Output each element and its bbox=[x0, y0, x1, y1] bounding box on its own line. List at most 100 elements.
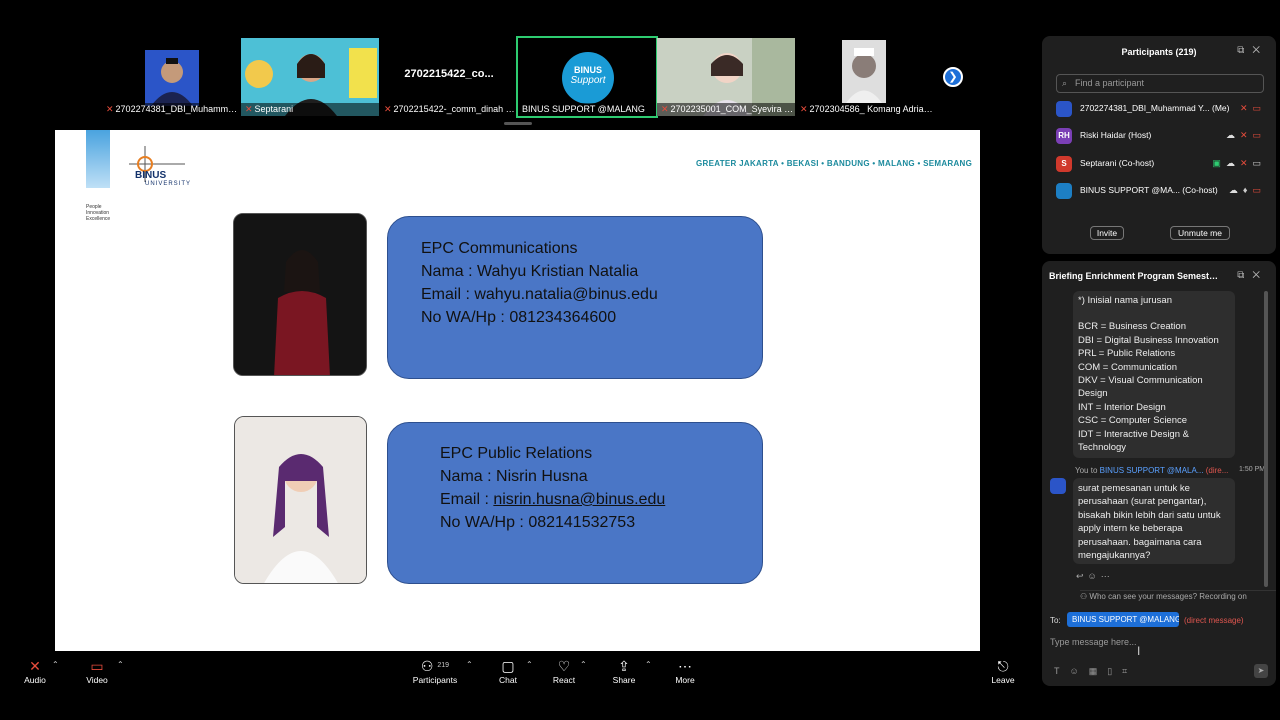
mic-video-off-icons: ☁✕▭ bbox=[1225, 130, 1266, 140]
participant-row[interactable]: RH Riski Haidar (Host) ☁✕▭ bbox=[1056, 125, 1266, 145]
panel-window-controls: ⧉✕ bbox=[1237, 270, 1268, 281]
format-text-icon[interactable]: T bbox=[1054, 666, 1070, 676]
video-tile-active-speaker[interactable]: BINUS Support BINUS SUPPORT @MALANG bbox=[516, 36, 658, 118]
chat-visibility-notice[interactable]: ⚇ Who can see your messages? Recording o… bbox=[1080, 590, 1276, 601]
binus-support-logo: BINUS Support bbox=[562, 52, 614, 104]
message-time: 1:50 PM bbox=[1239, 466, 1266, 473]
card-phone: No WA/Hp : 082141532753 bbox=[440, 514, 636, 531]
chat-message-bubble-own: surat pemesanan untuk ke perusahaan (sur… bbox=[1073, 478, 1235, 564]
popout-icon[interactable]: ⧉ bbox=[1237, 270, 1252, 281]
to-label: To: bbox=[1050, 616, 1061, 625]
shared-screen-slide: BINUS UNIVERSITY People Innovation Excel… bbox=[55, 130, 980, 651]
card-title: EPC Public Relations bbox=[440, 445, 593, 462]
chat-input-tools: T☺▦▯⌗ bbox=[1054, 666, 1137, 677]
participant-row[interactable]: BINUS SUPPORT @MA... (Co-host) ☁♦▭ bbox=[1056, 180, 1266, 200]
video-options-caret[interactable]: ⌃ bbox=[117, 659, 124, 669]
popout-icon[interactable]: ⧉ bbox=[1237, 45, 1252, 56]
card-name: Nama : Wahyu Kristian Natalia bbox=[421, 263, 639, 280]
email-link[interactable]: nisrin.husna@binus.edu bbox=[493, 491, 665, 508]
leave-label: Leave bbox=[991, 675, 1015, 685]
audio-label: Audio bbox=[24, 675, 46, 685]
invite-button[interactable]: Invite bbox=[1090, 226, 1124, 240]
card-title: EPC Communications bbox=[421, 240, 578, 257]
avatar: RH bbox=[1056, 127, 1072, 144]
recipient-dropdown[interactable]: BINUS SUPPORT @MALANG ⌄ bbox=[1067, 612, 1179, 627]
search-placeholder: Find a participant bbox=[1075, 78, 1145, 88]
video-tile[interactable]: 2702215422_co... ✕ 2702215422-_comm_dinah… bbox=[380, 38, 518, 116]
react-button[interactable]: ♡ React bbox=[552, 657, 576, 685]
share-screen-icon: ⇪ bbox=[618, 658, 630, 674]
participant-row[interactable]: 2702274381_DBI_Muhammad Y... (Me) ✕▭ bbox=[1056, 98, 1266, 118]
photo-person-purple-hair bbox=[235, 417, 366, 583]
participants-button[interactable]: ⚇ 219 Participants bbox=[412, 657, 458, 685]
video-tile[interactable]: ✕ Septarani bbox=[241, 38, 379, 116]
participants-label: Participants bbox=[412, 675, 458, 685]
side-panels: Participants (219) ⧉✕ ⌕ Find a participa… bbox=[1040, 36, 1280, 686]
video-button[interactable]: ▭ Video bbox=[84, 657, 110, 685]
mic-muted-icon: ✕ bbox=[384, 104, 392, 114]
more-button[interactable]: ⋯ More bbox=[673, 657, 697, 685]
chat-message-input[interactable]: Type message here... bbox=[1050, 633, 1268, 651]
video-tile[interactable]: ✕ 2702274381_DBI_Muhammad ... bbox=[102, 38, 240, 116]
gif-icon[interactable]: ▦ bbox=[1089, 666, 1108, 676]
mic-video-off-icons: ✕▭ bbox=[1239, 103, 1266, 113]
chevron-right-icon[interactable]: ❯ bbox=[943, 67, 963, 87]
share-button[interactable]: ⇪ Share bbox=[612, 657, 636, 685]
chat-title: Briefing Enrichment Program Semester... bbox=[1049, 271, 1219, 281]
participant-avatar bbox=[842, 40, 886, 103]
tile-name: 2702274381_DBI_Muhammad ... bbox=[115, 104, 240, 114]
tile-name: 2702215422-_comm_dinah an... bbox=[393, 104, 518, 114]
audio-options-caret[interactable]: ⌃ bbox=[52, 659, 59, 669]
chat-icon: ▢ bbox=[501, 658, 515, 674]
participant-search-input[interactable]: ⌕ Find a participant bbox=[1056, 74, 1264, 93]
contact-card-public-relations: EPC Public Relations Nama : Nisrin Husna… bbox=[387, 422, 763, 584]
video-icon: ▭ bbox=[1252, 158, 1266, 168]
chevron-up-icon: ⌃ bbox=[52, 660, 59, 669]
logo-tagline: People Innovation Excellence bbox=[86, 204, 111, 222]
reply-icon[interactable]: ↩ bbox=[1076, 571, 1088, 581]
close-icon[interactable]: ✕ bbox=[1252, 45, 1268, 56]
card-name: Nama : Nisrin Husna bbox=[440, 468, 588, 485]
search-icon: ⌕ bbox=[1062, 78, 1068, 88]
mic-muted-icon: ✕ bbox=[29, 658, 41, 674]
message-recipient[interactable]: BINUS SUPPORT @MALA... bbox=[1100, 466, 1204, 475]
video-off-icon: ▭ bbox=[90, 658, 104, 674]
chat-panel: Briefing Enrichment Program Semester... … bbox=[1042, 261, 1276, 686]
react-options-caret[interactable]: ⌃ bbox=[580, 659, 587, 669]
chat-scrollbar[interactable] bbox=[1264, 291, 1268, 587]
cloud-icon: ☁ bbox=[1225, 158, 1240, 168]
mic-muted-icon: ✕ bbox=[800, 104, 808, 114]
tile-name: BINUS SUPPORT @MALANG bbox=[522, 104, 645, 114]
chevron-up-icon: ⌃ bbox=[466, 660, 473, 669]
chat-button[interactable]: ▢ Chat bbox=[496, 657, 520, 685]
participant-row[interactable]: S Septarani (Co-host) ▣☁✕▭ bbox=[1056, 153, 1266, 173]
audio-button[interactable]: ✕ Audio bbox=[22, 657, 48, 685]
text-cursor-icon: I bbox=[1137, 644, 1141, 658]
screenshot-icon[interactable]: ⌗ bbox=[1122, 666, 1137, 676]
video-tile[interactable]: ✕ 2702304586_ Komang Adrian ... bbox=[796, 38, 934, 116]
strip-resize-handle[interactable] bbox=[504, 122, 532, 125]
participants-icon: ⚇ 219 bbox=[420, 658, 450, 674]
share-options-caret[interactable]: ⌃ bbox=[645, 659, 652, 669]
avatar: S bbox=[1056, 155, 1072, 172]
participant-name: 2702274381_DBI_Muhammad Y... (Me) bbox=[1080, 103, 1230, 113]
close-icon[interactable]: ✕ bbox=[1252, 270, 1268, 281]
chat-options-caret[interactable]: ⌃ bbox=[526, 659, 533, 669]
emoji-icon[interactable]: ☺ bbox=[1070, 666, 1089, 676]
leave-button[interactable]: ⎋ Leave bbox=[990, 657, 1016, 685]
chevron-up-icon: ⌃ bbox=[645, 660, 652, 669]
send-icon[interactable]: ➤ bbox=[1254, 664, 1268, 678]
unmute-me-button[interactable]: Unmute me bbox=[1170, 226, 1230, 240]
participants-options-caret[interactable]: ⌃ bbox=[466, 659, 473, 669]
mic-muted-icon: ✕ bbox=[661, 104, 669, 114]
video-tile[interactable]: ✕ 2702235001_COM_Syevira Lin... bbox=[657, 38, 795, 116]
card-email: Email : nisrin.husna@binus.edu bbox=[440, 491, 666, 508]
tile-display-name: 2702215422_co... bbox=[404, 68, 494, 80]
file-icon[interactable]: ▯ bbox=[1107, 666, 1122, 676]
contact-photo bbox=[234, 416, 367, 584]
emoji-reaction-icon[interactable]: ☺ bbox=[1088, 571, 1101, 581]
chevron-up-icon: ⌃ bbox=[526, 660, 533, 669]
participants-count: 219 bbox=[437, 662, 450, 669]
video-strip: ✕ 2702274381_DBI_Muhammad ... ✕ Septarani … bbox=[0, 36, 1040, 125]
more-icon[interactable]: ⋯ bbox=[1101, 571, 1114, 581]
